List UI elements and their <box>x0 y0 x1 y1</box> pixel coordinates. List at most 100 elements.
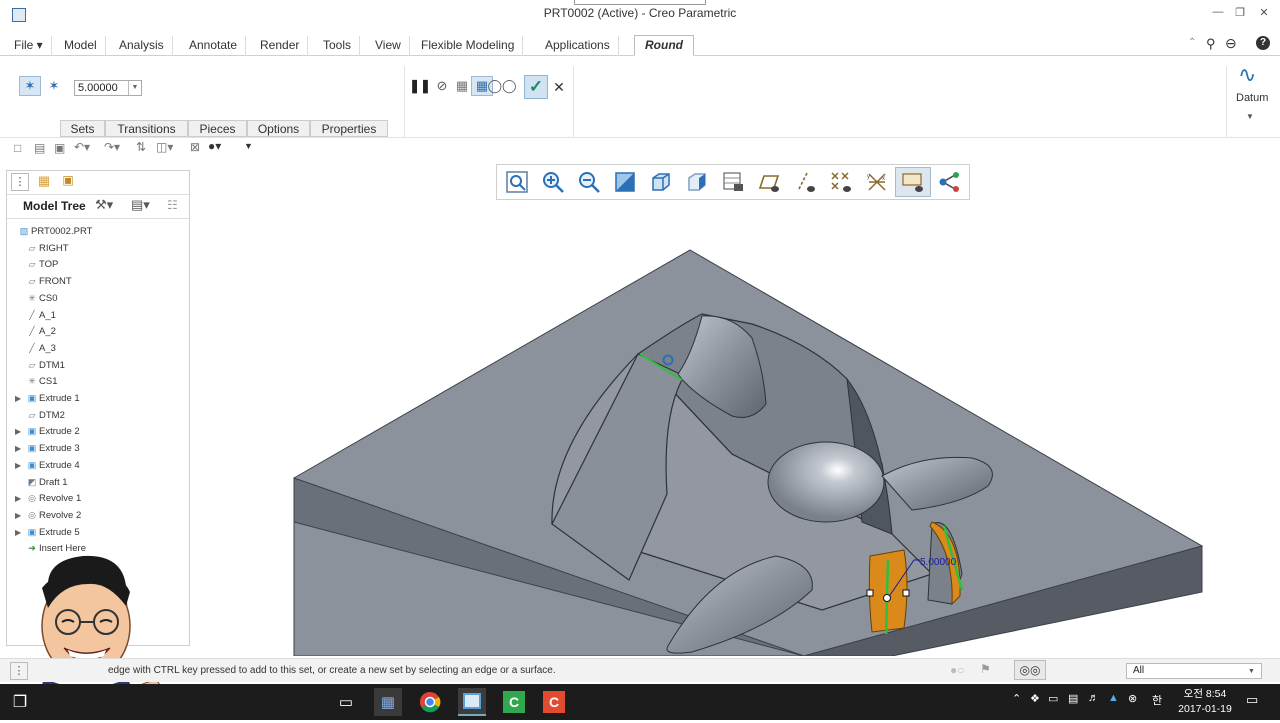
tree-item[interactable]: ╱ A_3 <box>15 340 56 356</box>
confirm-button[interactable]: ✓ <box>524 75 548 99</box>
tree-columns-icon[interactable]: ▤▾ <box>131 197 150 213</box>
tree-item[interactable]: ▶ ▣ Extrude 5 <box>15 524 80 540</box>
cad-model[interactable]: 5.00000 <box>192 204 1278 657</box>
expand-arrow-icon[interactable]: ▶ <box>15 424 25 440</box>
tab-file[interactable]: File ▾ <box>6 36 52 56</box>
preview-icon[interactable]: ▦ <box>451 76 473 96</box>
cancel-button[interactable]: ✕ <box>552 77 566 97</box>
drag-handle-center[interactable] <box>883 594 891 602</box>
windows-start-icon[interactable]: ❐ <box>6 688 34 716</box>
close-button[interactable]: ✕ <box>1256 6 1272 20</box>
collapse-ribbon-icon[interactable]: ⌃ <box>1188 37 1196 48</box>
csys-display-icon[interactable]: yx <box>859 167 895 197</box>
saved-orientations-icon[interactable] <box>643 167 679 197</box>
radius-dropdown-icon[interactable]: ▼ <box>128 81 141 95</box>
tree-item[interactable]: ▶ ▣ Extrude 2 <box>15 423 80 439</box>
tab-flexible-modeling[interactable]: Flexible Modeling <box>413 36 524 56</box>
expand-arrow-icon[interactable]: ▶ <box>15 441 25 457</box>
camtasia-icon[interactable]: C <box>500 688 528 716</box>
folder-browser-tab-icon[interactable]: ▦ <box>35 173 53 191</box>
new-file-icon[interactable]: □ <box>14 141 21 155</box>
tree-item[interactable]: ✳ CS0 <box>15 290 57 306</box>
graphics-area[interactable]: 5.00000 <box>192 204 1278 657</box>
glasses-icon[interactable]: ◯◯ <box>487 76 516 96</box>
open-file-icon[interactable]: ▤ <box>34 141 45 155</box>
datum-icon[interactable]: ∿ <box>1238 62 1256 88</box>
network-icon[interactable]: ▤ <box>1068 692 1078 705</box>
search-icon[interactable]: ⚲ <box>1206 36 1216 52</box>
close-window-icon[interactable]: ⊠ <box>190 140 200 154</box>
spin-center-icon[interactable] <box>931 167 967 197</box>
tree-item[interactable]: ◩ Draft 1 <box>15 474 68 490</box>
camtasia-recorder-icon[interactable]: C <box>540 688 568 716</box>
ime-indicator[interactable]: 한 <box>1152 692 1162 708</box>
tab-sets[interactable]: Sets <box>60 120 105 137</box>
notifications-icon[interactable]: ▭ <box>1246 692 1258 708</box>
pause-button[interactable]: ❚❚ <box>409 76 431 96</box>
customize-qat-icon[interactable]: ▼ <box>244 141 253 151</box>
show-hidden-icons[interactable]: ⌃ <box>1012 692 1021 705</box>
tab-render[interactable]: Render <box>252 36 309 56</box>
radius-dimension-label[interactable]: 5.00000 <box>920 557 957 568</box>
datum-dropdown-icon[interactable]: ▼ <box>1246 112 1254 121</box>
point-display-icon[interactable] <box>823 167 859 197</box>
tab-transitions[interactable]: Transitions <box>105 120 188 137</box>
plane-display-icon[interactable] <box>751 167 787 197</box>
expand-arrow-icon[interactable]: ▶ <box>15 391 25 407</box>
google-drive-icon[interactable]: ▲ <box>1108 692 1119 704</box>
repaint-icon[interactable] <box>607 167 643 197</box>
tree-item[interactable]: ✳ CS1 <box>15 373 57 389</box>
tree-item[interactable]: ╱ A_2 <box>15 323 56 339</box>
save-icon[interactable]: ▣ <box>54 141 65 155</box>
creo-taskbar-icon[interactable] <box>458 688 486 716</box>
maximize-button[interactable]: ❐ <box>1232 6 1248 20</box>
tree-settings-icon[interactable]: ⚒▾ <box>95 197 113 213</box>
clock[interactable]: 오전 8:54 2017-01-19 <box>1172 687 1238 717</box>
taskbar-app-icon[interactable]: ▦ <box>374 688 402 716</box>
drag-handle-right[interactable] <box>902 589 910 597</box>
round-set-mode-icon[interactable]: ✶ <box>43 76 65 96</box>
drag-handle-left[interactable] <box>866 589 874 597</box>
expand-arrow-icon[interactable]: ▶ <box>15 491 25 507</box>
tab-options[interactable]: Options <box>247 120 310 137</box>
tab-annotate[interactable]: Annotate <box>181 36 247 56</box>
task-view-icon[interactable]: ▭ <box>332 688 360 716</box>
tab-tools[interactable]: Tools <box>315 36 361 56</box>
tab-properties[interactable]: Properties <box>310 120 388 137</box>
tree-item[interactable]: ▱ FRONT <box>15 273 72 289</box>
tree-item[interactable]: ▱ TOP <box>15 256 59 272</box>
battery-icon[interactable]: ▭ <box>1048 692 1058 705</box>
tree-item[interactable]: ▶ ▣ Extrude 4 <box>15 457 80 473</box>
selection-filter[interactable]: All <box>1126 663 1262 679</box>
dropbox-icon[interactable]: ❖ <box>1030 692 1040 705</box>
flag-icon[interactable]: ⚑ <box>980 662 991 676</box>
tree-item[interactable]: ▶ ▣ Extrude 1 <box>15 390 80 406</box>
annotation-display-icon[interactable] <box>895 167 931 197</box>
help-icon[interactable]: ? <box>1256 36 1270 50</box>
tree-item[interactable]: ▶ ◎ Revolve 1 <box>15 490 81 506</box>
tray-close-icon[interactable]: ⊗ <box>1128 692 1137 705</box>
settings-icon[interactable]: ⊖ <box>1225 35 1237 52</box>
tree-item[interactable]: ▱ DTM2 <box>15 407 65 423</box>
filter-dropdown-icon[interactable]: ▼ <box>1248 668 1255 675</box>
no-preview-icon[interactable]: ⊘ <box>431 76 453 96</box>
regenerate-icon[interactable]: ⇅ <box>136 140 146 154</box>
datum-label[interactable]: Datum <box>1236 92 1268 104</box>
tree-item[interactable]: ▱ DTM1 <box>15 357 65 373</box>
expand-arrow-icon[interactable]: ▶ <box>15 508 25 524</box>
zoom-out-icon[interactable] <box>571 167 607 197</box>
tab-round[interactable]: Round <box>634 35 694 56</box>
expand-arrow-icon[interactable]: ▶ <box>15 458 25 474</box>
tree-item[interactable]: ╱ A_1 <box>15 307 56 323</box>
constant-round-icon[interactable]: ✶ <box>19 76 41 96</box>
volume-icon[interactable]: ♬ <box>1088 692 1099 704</box>
tree-item[interactable]: ▶ ◎ Revolve 2 <box>15 507 81 523</box>
tab-model[interactable]: Model <box>56 36 106 56</box>
undo-icon[interactable]: ↶▾ <box>74 140 90 154</box>
tree-item[interactable]: ▱ RIGHT <box>15 240 69 256</box>
expand-arrow-icon[interactable]: ▶ <box>15 525 25 541</box>
tree-item[interactable]: ▧ PRT0002.PRT <box>15 223 93 239</box>
model-tree-tab-icon[interactable]: ⋮ <box>11 173 29 191</box>
tab-pieces[interactable]: Pieces <box>188 120 247 137</box>
appearance-icon[interactable]: ●▾ <box>208 139 221 153</box>
